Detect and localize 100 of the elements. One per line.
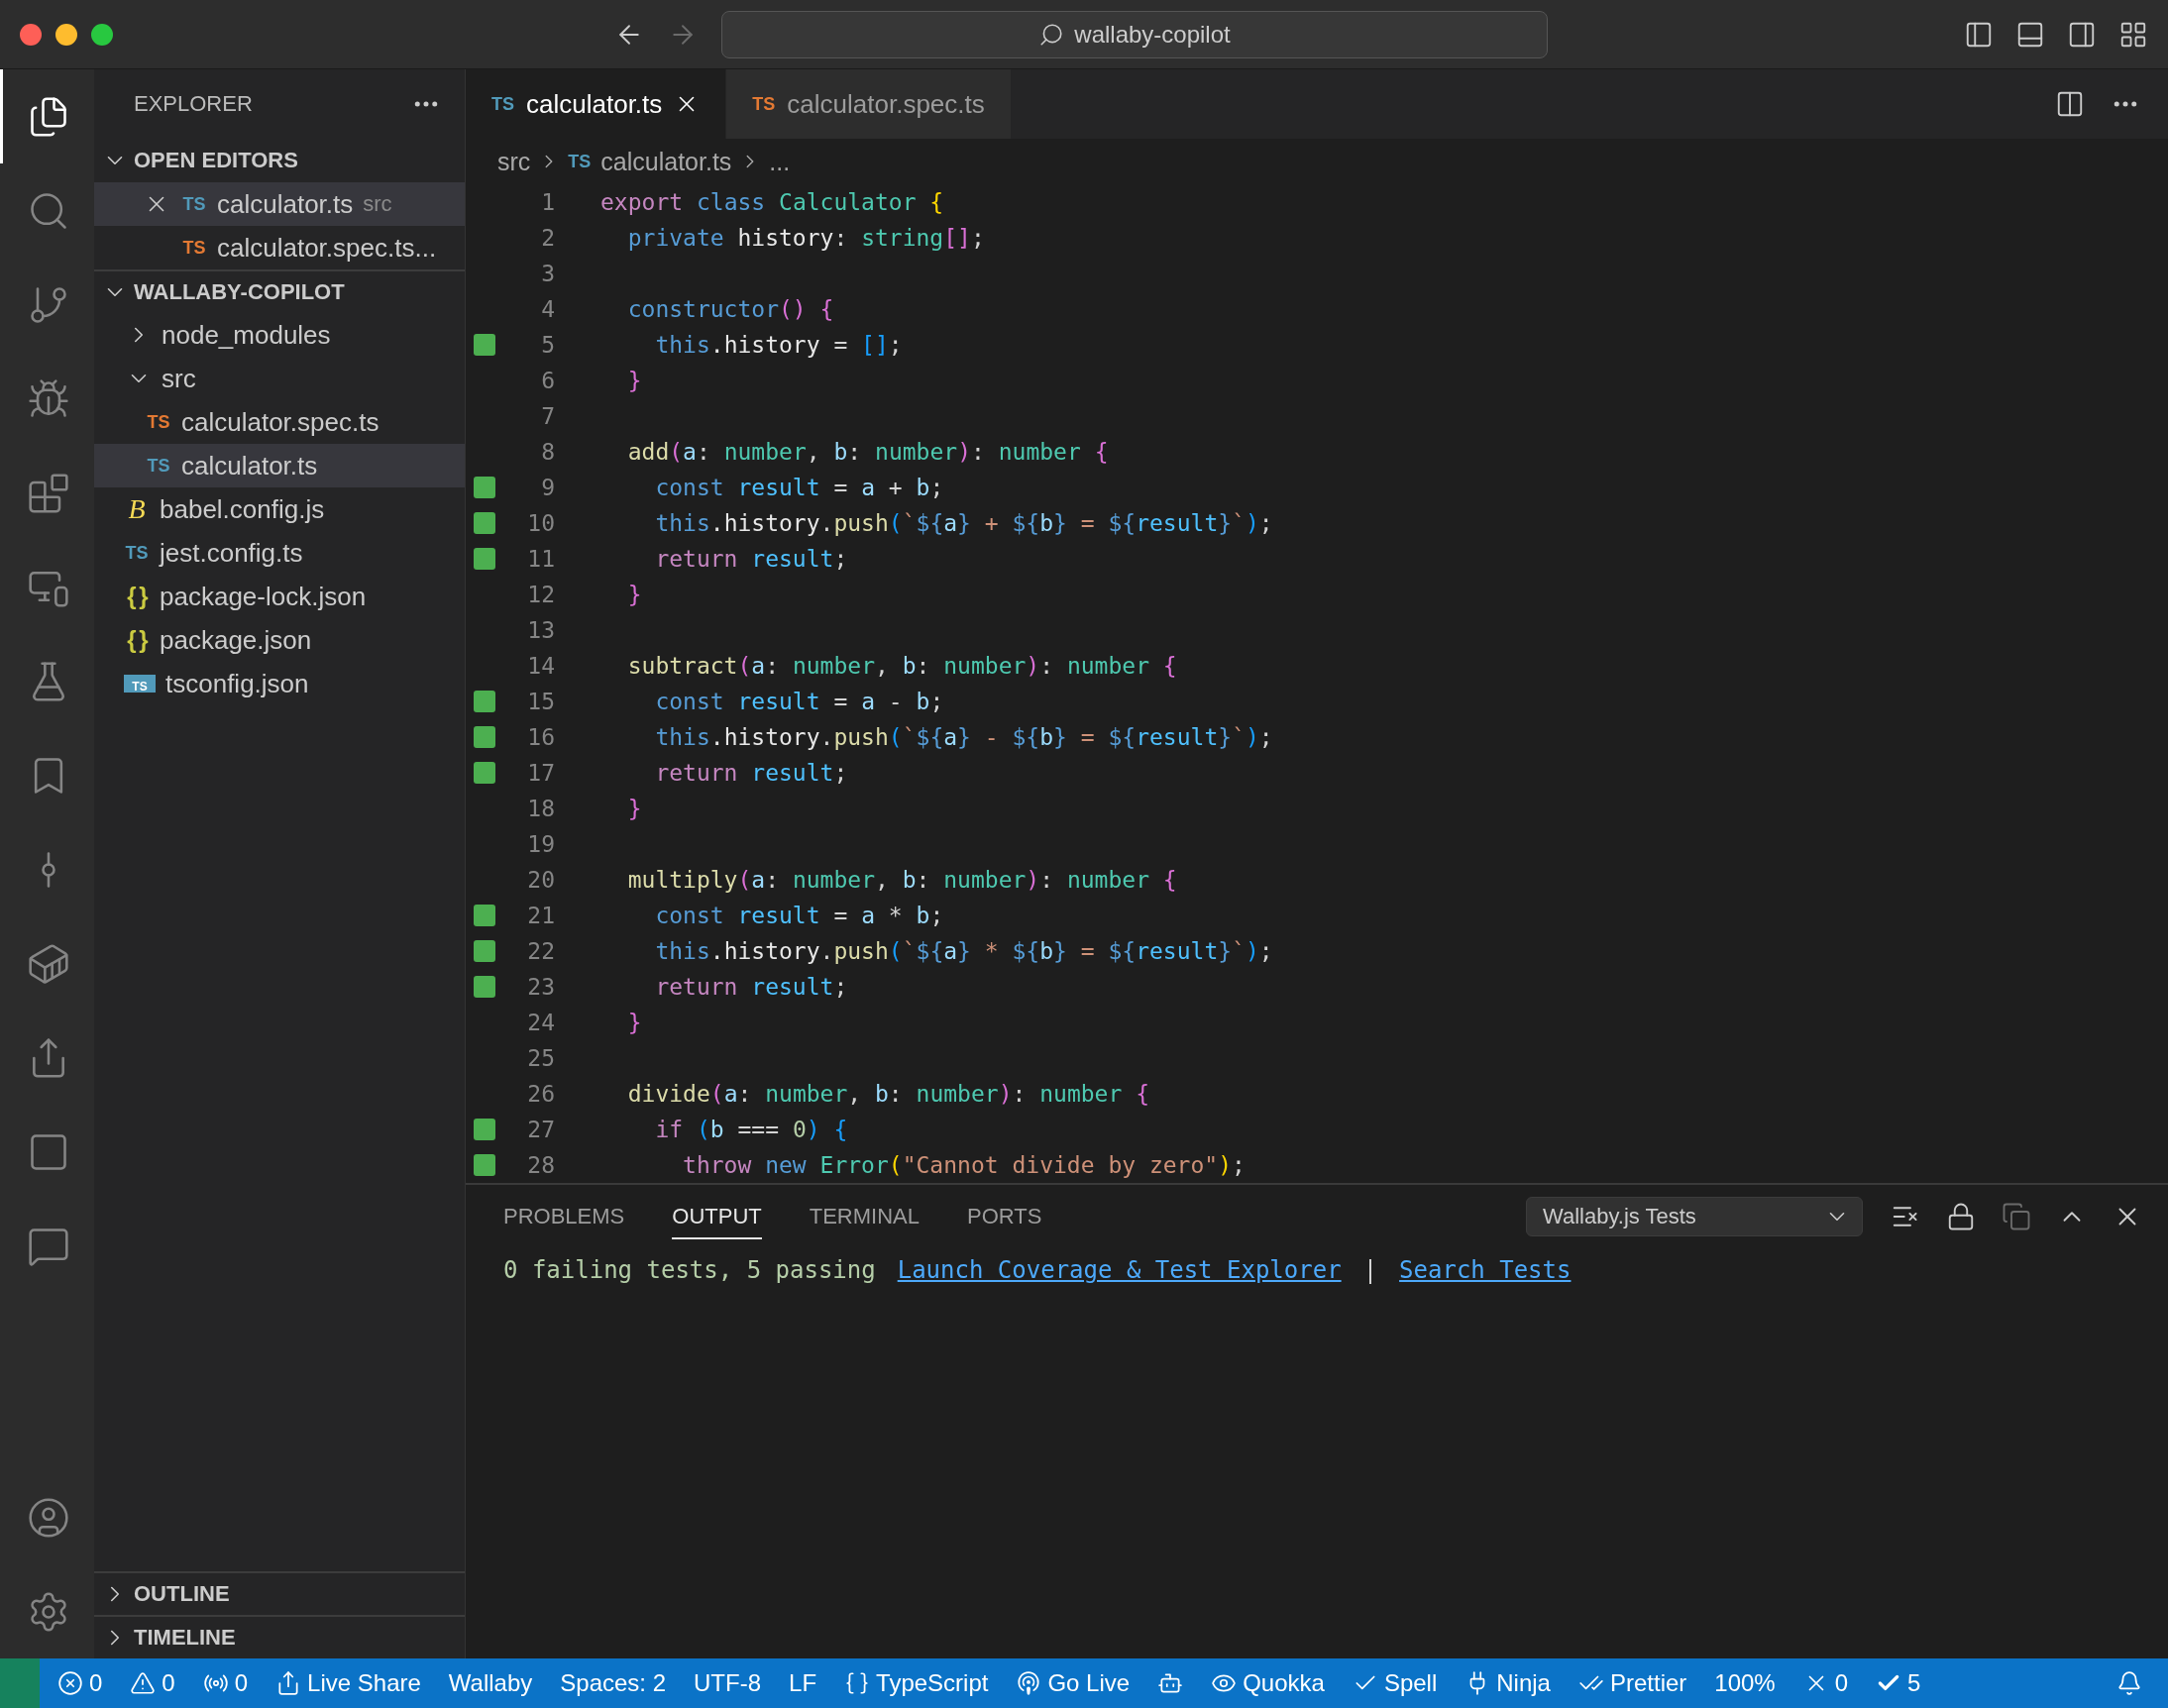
- status-item[interactable]: 0: [1792, 1658, 1859, 1708]
- status-item[interactable]: TypeScript: [834, 1658, 999, 1708]
- line-number: 7: [540, 403, 555, 429]
- file-item[interactable]: { } package.json: [94, 618, 465, 662]
- line-number: 3: [540, 261, 555, 286]
- folder-item[interactable]: node_modules: [94, 313, 465, 357]
- code-line: const result = a - b;: [654, 689, 944, 714]
- blocks-icon: [27, 471, 70, 515]
- code-line: this.history = [];: [654, 332, 903, 358]
- bell-icon: [2116, 1670, 2142, 1696]
- file-item[interactable]: TS tsconfig.json: [94, 662, 465, 705]
- section-header[interactable]: OUTLINE: [94, 1571, 465, 1615]
- file-type-icon: B: [124, 495, 150, 523]
- code-line: this.history.push(`${a} - ${b} = ${result}`);: [654, 724, 1273, 750]
- status-item[interactable]: UTF-8: [684, 1658, 772, 1708]
- minimize-window-button[interactable]: [55, 23, 77, 46]
- line-number: 16: [526, 724, 555, 750]
- broadcast-icon: [1016, 1670, 1042, 1696]
- link[interactable]: Search Tests: [1399, 1256, 1572, 1284]
- file-item[interactable]: TS jest.config.ts: [94, 531, 465, 575]
- panel-tab[interactable]: PORTS: [966, 1194, 1042, 1239]
- code-line: private history: string[];: [626, 225, 985, 251]
- output-channel-dropdown[interactable]: Wallaby.js Tests: [1526, 1197, 1863, 1236]
- command-search-field[interactable]: wallaby-copilot: [721, 10, 1548, 58]
- line-number: 18: [526, 796, 555, 821]
- line-number: 22: [526, 938, 555, 964]
- panel-tab[interactable]: OUTPUT: [672, 1194, 762, 1239]
- close-window-button[interactable]: [20, 23, 42, 46]
- line-number: 8: [540, 439, 555, 465]
- file-item[interactable]: { } package-lock.json: [94, 575, 465, 618]
- panel-tab[interactable]: TERMINAL: [809, 1194, 920, 1239]
- code-line: this.history.push(`${a} * ${b} = ${result}`);: [654, 938, 1273, 964]
- editor-tab[interactable]: TS calculator.ts: [466, 69, 727, 139]
- line-number: 19: [526, 831, 555, 857]
- code-line: if (b === 0) {: [654, 1117, 848, 1142]
- line-number: 28: [526, 1152, 555, 1178]
- line-number: 2: [540, 225, 555, 251]
- status-item[interactable]: Quokka: [1201, 1658, 1335, 1708]
- code-line: }: [626, 1010, 642, 1035]
- status-item[interactable]: 100%: [1704, 1658, 1786, 1708]
- status-item[interactable]: Spell: [1342, 1658, 1448, 1708]
- code-line: return result;: [654, 974, 848, 1000]
- line-number: 27: [526, 1117, 555, 1142]
- breadcrumb-item[interactable]: TS calculator.ts: [568, 147, 732, 176]
- editor-tab[interactable]: TS calculator.spec.ts: [726, 69, 1012, 139]
- status-item[interactable]: Wallaby: [438, 1658, 543, 1708]
- code-line: }: [626, 582, 642, 607]
- line-number: 25: [526, 1045, 555, 1071]
- panel-tab[interactable]: PROBLEMS: [503, 1194, 625, 1239]
- link[interactable]: Launch Coverage & Test Explorer: [897, 1256, 1342, 1284]
- status-item[interactable]: 0: [192, 1658, 259, 1708]
- code-line: }: [626, 796, 642, 821]
- file-type-icon: TS: [146, 457, 171, 475]
- status-item[interactable]: Ninja: [1455, 1658, 1561, 1708]
- file-item[interactable]: B babel.config.js: [94, 487, 465, 531]
- line-number: 26: [526, 1081, 555, 1107]
- file-type-icon: { }: [124, 585, 150, 608]
- line-number: 10: [526, 510, 555, 536]
- split-editor-icon[interactable]: [2055, 89, 2085, 119]
- line-number: 13: [526, 617, 555, 643]
- file-type-icon: TS: [124, 544, 150, 562]
- status-item[interactable]: Prettier: [1568, 1658, 1697, 1708]
- breadcrumb-item[interactable]: ...: [769, 147, 791, 176]
- status-item[interactable]: 0: [48, 1658, 113, 1708]
- section-header[interactable]: OPEN EDITORS: [94, 139, 465, 182]
- status-item[interactable]: 0: [120, 1658, 185, 1708]
- status-item[interactable]: Live Share: [266, 1658, 431, 1708]
- line-number: 1: [540, 189, 555, 215]
- section-header[interactable]: WALLABY-COPILOT: [94, 269, 465, 313]
- sidebar-title: EXPLORER: [134, 91, 253, 117]
- line-number: 24: [526, 1010, 555, 1035]
- file-item[interactable]: TS calculator.spec.ts: [94, 400, 465, 444]
- file-type-icon: TS: [752, 93, 776, 115]
- output-text: 0 failing tests, 5 passing: [503, 1256, 876, 1284]
- code-line: add(a: number, b: number): number {: [626, 439, 1109, 465]
- status-item[interactable]: Go Live: [1006, 1658, 1140, 1708]
- zoom-window-button[interactable]: [91, 23, 113, 46]
- code-line: return result;: [654, 760, 848, 786]
- open-editor-item[interactable]: TS calculator.spec.ts...: [94, 226, 465, 269]
- file-type-icon: TS: [146, 413, 171, 431]
- status-item[interactable]: Spaces: 2: [550, 1658, 677, 1708]
- code-line: divide(a: number, b: number): number {: [626, 1081, 1149, 1107]
- file-item[interactable]: TS calculator.ts: [94, 444, 465, 487]
- folder-hint: src: [363, 191, 392, 217]
- file-type-icon: { }: [124, 628, 150, 652]
- line-number: 4: [540, 296, 555, 322]
- status-item[interactable]: LF: [779, 1658, 827, 1708]
- file-name: calculator.ts: [217, 188, 354, 220]
- code-line: throw new Error("Cannot divide by zero");: [682, 1152, 1246, 1178]
- status-item[interactable]: 5: [1866, 1658, 1931, 1708]
- code-line: }: [626, 368, 642, 393]
- lock-icon[interactable]: [1946, 1202, 1976, 1231]
- line-number: 15: [526, 689, 555, 714]
- breadcrumb-item[interactable]: src: [497, 147, 531, 176]
- copy-icon[interactable]: [2002, 1202, 2031, 1231]
- line-number: 17: [526, 760, 555, 786]
- folder-item[interactable]: src: [94, 357, 465, 400]
- line-number: 11: [526, 546, 555, 572]
- robot-icon: [1157, 1670, 1184, 1696]
- open-editor-item[interactable]: TS calculator.ts src: [94, 182, 465, 226]
